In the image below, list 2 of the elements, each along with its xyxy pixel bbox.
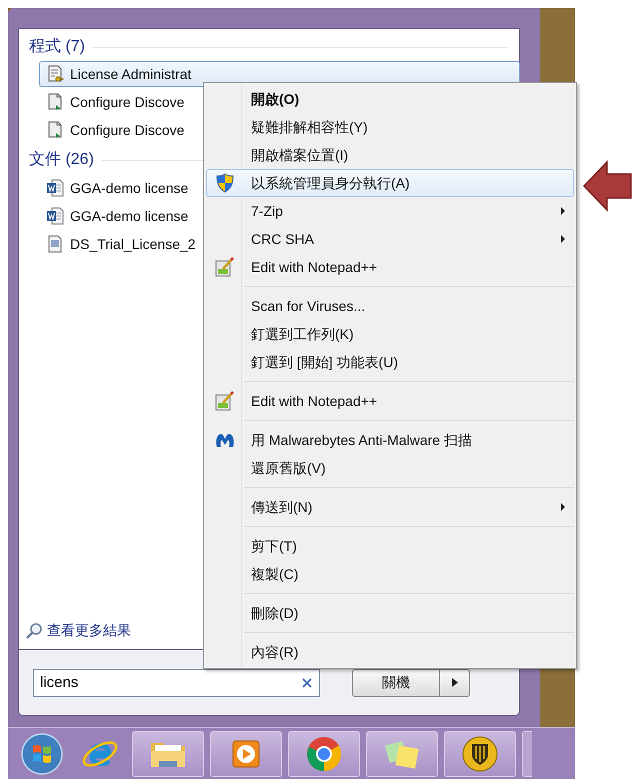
section-heading: 文件 (26)	[29, 150, 94, 170]
section-heading: 程式 (7)	[29, 36, 85, 57]
